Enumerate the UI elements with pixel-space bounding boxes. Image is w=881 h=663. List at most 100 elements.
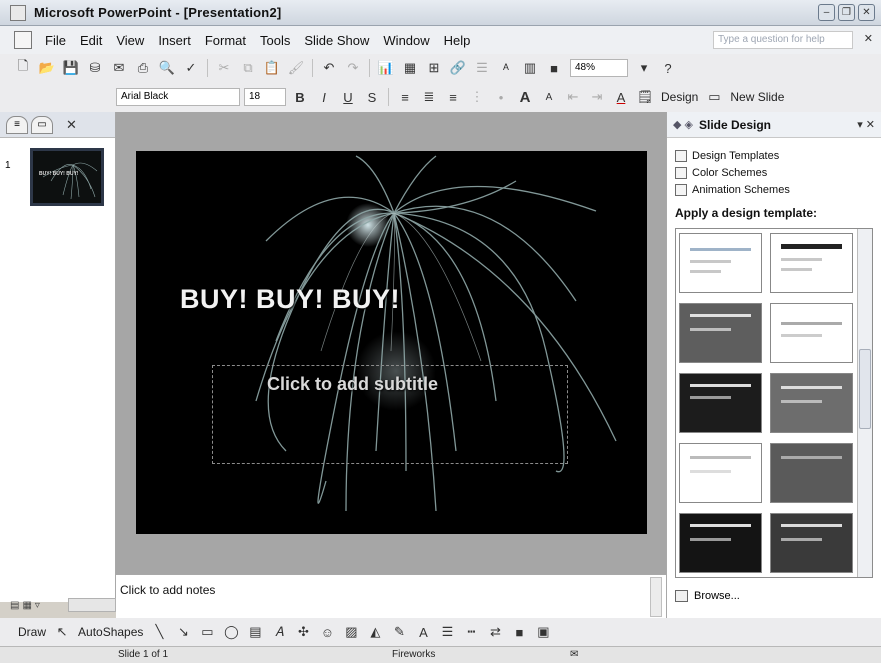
increase-font-icon[interactable]: A (516, 88, 534, 106)
print-icon[interactable]: ⎙ (134, 59, 152, 77)
template-thumbnail[interactable] (679, 443, 762, 503)
menu-file[interactable]: File (38, 33, 73, 48)
align-right-icon[interactable]: ≡ (444, 88, 462, 106)
browse-link[interactable]: Browse... (675, 590, 740, 602)
gallery-scroll-thumb[interactable] (859, 349, 871, 429)
font-color-draw-icon[interactable]: A (414, 623, 432, 641)
menu-help[interactable]: Help (437, 33, 478, 48)
horizontal-scrollbar[interactable] (68, 598, 116, 612)
tab-slides[interactable]: ▭ (31, 115, 53, 134)
oval-icon[interactable]: ◯ (222, 623, 240, 641)
undo-icon[interactable]: ↶ (320, 59, 338, 77)
diagram-icon[interactable]: ✣ (294, 623, 312, 641)
arrow-icon[interactable]: ↘ (174, 623, 192, 641)
template-thumbnail[interactable] (770, 233, 853, 293)
template-thumbnail[interactable] (770, 513, 853, 573)
tab-outline[interactable]: ≡ (6, 115, 28, 134)
template-thumbnail[interactable] (679, 303, 762, 363)
copy-icon[interactable]: ⧉ (239, 59, 257, 77)
powerpoint-app-icon[interactable] (10, 4, 26, 21)
template-thumbnail[interactable] (770, 303, 853, 363)
insert-chart-icon[interactable]: 📊 (377, 59, 395, 77)
redo-icon[interactable]: ↷ (344, 59, 362, 77)
decrease-font-icon[interactable]: A (540, 88, 558, 106)
slide-show-icon[interactable]: ▿ (35, 600, 40, 611)
close-panel-icon[interactable]: ✕ (66, 117, 77, 133)
back-arrow-icon[interactable]: ◆ ◈ (673, 118, 693, 131)
template-thumbnail[interactable] (770, 443, 853, 503)
slide-title[interactable]: BUY! BUY! BUY! (180, 284, 400, 315)
font-size-select[interactable]: 18 (244, 88, 286, 106)
menu-insert[interactable]: Insert (151, 33, 198, 48)
menu-window[interactable]: Window (376, 33, 436, 48)
bold-button[interactable]: B (291, 88, 309, 106)
draw-menu-button[interactable]: Draw (18, 625, 46, 639)
document-icon[interactable] (14, 31, 32, 49)
dash-style-icon[interactable]: ┅ (462, 623, 480, 641)
close-window-button[interactable]: ✕ (858, 4, 875, 21)
show-formatting-icon[interactable]: ᴬ (497, 59, 515, 77)
line-color-icon[interactable]: ✎ (390, 623, 408, 641)
zoom-dropdown-icon[interactable]: ▾ (635, 59, 653, 77)
expand-all-icon[interactable]: ☰ (473, 59, 491, 77)
align-left-icon[interactable]: ≡ (396, 88, 414, 106)
link-animation-schemes[interactable]: Animation Schemes (667, 181, 881, 198)
spelling-icon[interactable]: ✓ (182, 59, 200, 77)
slide-sorter-icon[interactable]: ▦ (22, 600, 31, 611)
line-style-icon[interactable]: ☰ (438, 623, 456, 641)
font-color-icon[interactable]: A (612, 88, 630, 106)
subtitle-placeholder[interactable]: Click to add subtitle (212, 365, 568, 464)
show-grid-icon[interactable]: ▥ (521, 59, 539, 77)
help-icon[interactable]: ? (659, 59, 677, 77)
menu-format[interactable]: Format (198, 33, 253, 48)
save-icon[interactable]: 💾 (62, 59, 80, 77)
text-box-icon[interactable]: ▤ (246, 623, 264, 641)
menu-tools[interactable]: Tools (253, 33, 297, 48)
template-thumbnail[interactable] (770, 373, 853, 433)
menu-slide-show[interactable]: Slide Show (297, 33, 376, 48)
select-objects-icon[interactable]: ↖ (53, 623, 71, 641)
insert-hyperlink-icon[interactable]: 🔗 (449, 59, 467, 77)
format-painter-icon[interactable]: 🖌 (287, 59, 305, 77)
template-thumbnail[interactable] (679, 513, 762, 573)
arrow-style-icon[interactable]: ⇄ (486, 623, 504, 641)
numbering-icon[interactable]: ⋮ (468, 88, 486, 106)
font-name-select[interactable]: Arial Black (116, 88, 240, 106)
close-document-icon[interactable]: ✕ (864, 32, 873, 45)
clip-art-icon[interactable]: ☺ (318, 623, 336, 641)
normal-view-icon[interactable]: ▤ (10, 600, 19, 611)
slide-thumbnail[interactable]: BUY! BUY! BUY! (30, 148, 104, 206)
autoshapes-menu-button[interactable]: AutoShapes (78, 625, 143, 639)
email-icon[interactable]: ✉ (110, 59, 128, 77)
pane-close-icon[interactable]: ▾ ✕ (857, 118, 875, 131)
menu-view[interactable]: View (109, 33, 151, 48)
new-slide-icon[interactable]: ▭ (705, 88, 723, 106)
zoom-select[interactable]: 48% (570, 59, 628, 77)
link-color-schemes[interactable]: Color Schemes (667, 164, 881, 181)
fill-color-icon[interactable]: ◭ (366, 623, 384, 641)
increase-indent-icon[interactable]: ⇥ (588, 88, 606, 106)
shadow-style-icon[interactable]: ■ (510, 623, 528, 641)
design-button[interactable]: Design (661, 90, 698, 104)
template-thumbnail[interactable] (679, 373, 762, 433)
rectangle-icon[interactable]: ▭ (198, 623, 216, 641)
italic-button[interactable]: I (315, 88, 333, 106)
picture-icon[interactable]: ▨ (342, 623, 360, 641)
spelling-status-icon[interactable]: ✉ (570, 649, 578, 660)
print-preview-icon[interactable]: 🔍 (158, 59, 176, 77)
open-folder-icon[interactable]: 📂 (38, 59, 56, 77)
shadow-button[interactable]: S (363, 88, 381, 106)
insert-table-icon[interactable]: ▦ (401, 59, 419, 77)
minimize-button[interactable]: – (818, 4, 835, 21)
help-search-input[interactable]: Type a question for help (713, 31, 853, 49)
new-document-icon[interactable]: 🗋 (14, 58, 32, 77)
wordart-icon[interactable]: 𝐴 (270, 623, 288, 641)
permission-icon[interactable]: ⛁ (86, 59, 104, 77)
paste-icon[interactable]: 📋 (263, 59, 281, 77)
slide[interactable]: BUY! BUY! BUY! Click to add subtitle (136, 151, 647, 534)
restore-button[interactable]: ❐ (838, 4, 855, 21)
gallery-scrollbar[interactable] (857, 229, 872, 577)
notes-pane[interactable]: Click to add notes (116, 574, 666, 618)
3d-style-icon[interactable]: ▣ (534, 623, 552, 641)
decrease-indent-icon[interactable]: ⇤ (564, 88, 582, 106)
